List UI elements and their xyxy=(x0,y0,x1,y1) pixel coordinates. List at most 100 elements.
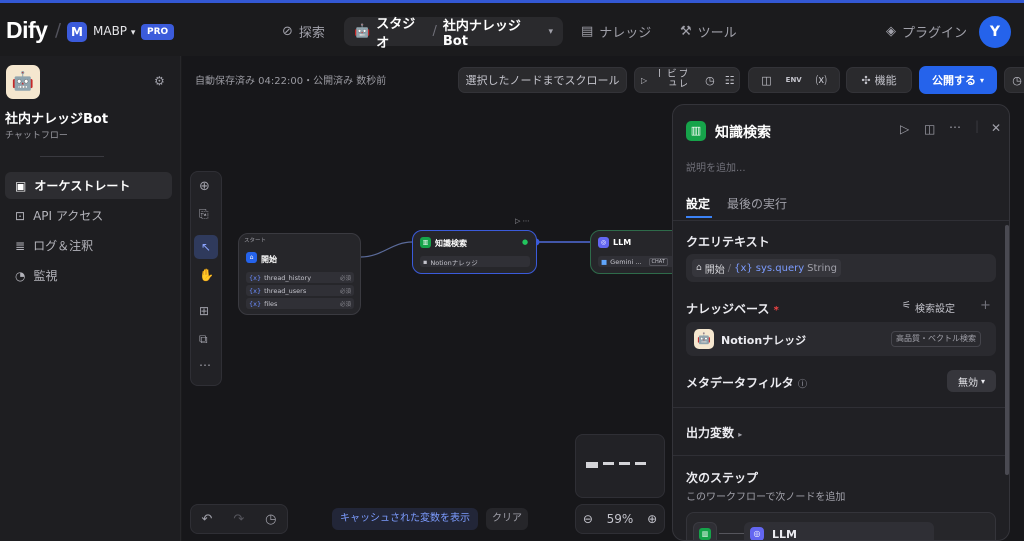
nav-studio[interactable]: 🤖 スタジオ / 社内ナレッジBot ▾ xyxy=(344,15,563,51)
start-var-row: {x} files 必須 xyxy=(246,298,354,309)
next-step-box: ▥ ◎ LLM xyxy=(686,512,996,540)
brain-icon: ◎ xyxy=(598,237,609,248)
robot-icon: 🤖 xyxy=(354,24,371,39)
model-mode: CHAT xyxy=(648,257,668,266)
model-icon: ■ xyxy=(601,257,608,266)
dify-logo[interactable]: Dify xyxy=(6,17,48,44)
llm-node-title: LLM xyxy=(613,238,632,247)
query-type: String xyxy=(807,262,837,274)
chevron-down-icon: ▾ xyxy=(130,28,136,38)
history-icon[interactable]: ◷ xyxy=(265,512,276,527)
workspace-avatar[interactable]: M xyxy=(67,22,87,42)
required-mark: * xyxy=(773,305,779,316)
panel-title[interactable]: 知識検索 xyxy=(715,122,771,142)
llm-model-row: ■ Gemini ... CHAT xyxy=(598,256,676,267)
knowledge-base-label: ナレッジベース * xyxy=(686,300,779,317)
hammer-icon: ⚒ xyxy=(680,24,692,39)
current-node-icon: ▥ xyxy=(693,522,717,540)
minimap-nodes xyxy=(586,462,646,468)
redo-icon[interactable]: ↷ xyxy=(233,512,244,527)
book-icon: ▤ xyxy=(581,24,594,39)
user-avatar[interactable]: Y xyxy=(979,16,1011,48)
more-icon[interactable]: ⋯ xyxy=(949,120,961,134)
chevron-down-icon[interactable]: ▾ xyxy=(548,27,553,37)
var-name: thread_users xyxy=(264,286,307,295)
sidebar-item-monitor[interactable]: ◔ 監視 xyxy=(5,262,172,289)
query-variable-field[interactable]: ⌂ 開始 / {x} sys.query String xyxy=(686,254,996,282)
var-name: files xyxy=(264,299,278,308)
knowledge-node[interactable]: ▥ 知識検索 ● ▪ Notionナレッジ xyxy=(412,230,537,274)
nav-knowledge[interactable]: ▤ ナレッジ xyxy=(581,22,651,41)
panel-scrollbar[interactable] xyxy=(1005,225,1009,475)
help-doc-icon[interactable]: ◫ xyxy=(924,122,935,136)
kb-name: Notionナレッジ xyxy=(430,258,478,267)
node-settings-panel: ▥ 知識検索 ▷ ◫ ⋯ | ✕ 説明を追加... 設定 最後の実行 クエリテキ… xyxy=(672,104,1010,541)
node-quick-actions[interactable]: ▷ ⋯ xyxy=(515,217,530,225)
start-var-row: {x} thread_users 必須 xyxy=(246,285,354,296)
nav-tools[interactable]: ⚒ ツール xyxy=(680,22,737,41)
nav-plugins[interactable]: ◈ プラグイン xyxy=(886,22,967,41)
app-icon[interactable]: 🤖 xyxy=(6,65,40,99)
tab-last-run[interactable]: 最後の実行 xyxy=(727,195,787,212)
zoom-out-icon[interactable]: ⊖ xyxy=(583,512,593,526)
tab-settings[interactable]: 設定 xyxy=(686,195,710,212)
var-name: thread_history xyxy=(264,273,312,282)
app-title: 社内ナレッジBot xyxy=(5,112,109,127)
top-bar: Dify / M MABP ▾ PRO ⊘ 探索 🤖 スタジオ / 社内ナレッジ… xyxy=(0,0,1024,56)
zoom-controls: ⊖ 59% ⊕ xyxy=(575,504,665,534)
next-step-label: 次のステップ xyxy=(686,471,759,485)
clear-button[interactable]: クリア xyxy=(486,508,528,530)
compass-icon: ⊘ xyxy=(282,24,293,39)
check-circle-icon: ● xyxy=(522,238,529,246)
start-group-label: スタート xyxy=(244,238,267,244)
run-node-icon[interactable]: ▷ xyxy=(900,122,909,136)
output-label-text: 出力変数 xyxy=(686,426,735,440)
document-icon: ≣ xyxy=(15,238,26,253)
sidebar-item-api[interactable]: ⊡ API アクセス xyxy=(5,202,172,229)
show-cached-vars-button[interactable]: キャッシュされた変数を表示 xyxy=(332,508,478,530)
settings-sliders-icon[interactable]: ⚙ xyxy=(154,74,165,88)
description-input[interactable]: 説明を追加... xyxy=(686,159,746,174)
connector-line xyxy=(719,533,744,534)
home-icon: ⌂ xyxy=(246,252,257,263)
zoom-level[interactable]: 59% xyxy=(607,512,634,526)
kb-index-badge: 高品質・ベクトル検索 xyxy=(891,331,981,347)
query-text-label: クエリテキスト xyxy=(686,235,770,249)
gauge-icon: ◔ xyxy=(15,268,26,283)
divider xyxy=(673,407,1009,408)
nav-explore[interactable]: ⊘ 探索 xyxy=(282,22,325,41)
var-required: 必須 xyxy=(339,301,351,308)
metadata-filter-select[interactable]: 無効 ▾ xyxy=(947,370,996,392)
divider xyxy=(40,156,104,157)
retrieval-settings-button[interactable]: ⚟ 検索設定 xyxy=(902,300,955,315)
next-step-description: このワークフローで次ノードを追加 xyxy=(686,492,846,503)
terminal-icon: ⊡ xyxy=(15,208,26,223)
workspace-switcher[interactable]: MABP ▾ xyxy=(93,24,135,38)
minimap[interactable] xyxy=(575,434,665,498)
knowledge-base-item[interactable]: 🤖 Notionナレッジ 高品質・ベクトル検索 xyxy=(686,322,996,356)
breadcrumb-separator: / xyxy=(55,20,62,41)
undo-icon[interactable]: ↶ xyxy=(201,512,212,527)
start-node[interactable]: スタート ⌂ 開始 {x} thread_history 必須 {x} thread_… xyxy=(238,233,361,315)
breadcrumb-separator: / xyxy=(432,24,437,39)
query-source: 開始 xyxy=(704,264,725,276)
start-node-title: 開始 xyxy=(261,255,277,264)
metadata-filter-label: メタデータフィルタ ⓘ xyxy=(686,374,807,391)
window-icon: ▣ xyxy=(15,178,27,193)
close-icon[interactable]: ✕ xyxy=(991,121,1001,135)
metadata-label-text: メタデータフィルタ xyxy=(686,376,794,390)
query-variable-chip[interactable]: ⌂ 開始 / {x} sys.query String xyxy=(692,259,841,277)
chevron-right-icon: ▸ xyxy=(738,430,743,439)
zoom-in-icon[interactable]: ⊕ xyxy=(647,512,657,526)
output-variables-toggle[interactable]: 出力変数 ▸ xyxy=(686,424,742,441)
home-icon: ⌂ xyxy=(696,263,702,273)
sidebar-item-orchestrate[interactable]: ▣ オーケストレート xyxy=(5,172,172,199)
divider xyxy=(673,220,1009,221)
next-node-llm[interactable]: ◎ LLM xyxy=(744,522,934,540)
current-app-name[interactable]: 社内ナレッジBot xyxy=(443,15,543,49)
workspace-name: MABP xyxy=(93,24,128,38)
help-circle-icon[interactable]: ⓘ xyxy=(798,380,807,390)
sidebar-item-logs[interactable]: ≣ ログ＆注釈 xyxy=(5,232,172,259)
kb-item-name: Notionナレッジ xyxy=(721,334,807,347)
add-knowledge-icon[interactable]: + xyxy=(980,298,991,313)
